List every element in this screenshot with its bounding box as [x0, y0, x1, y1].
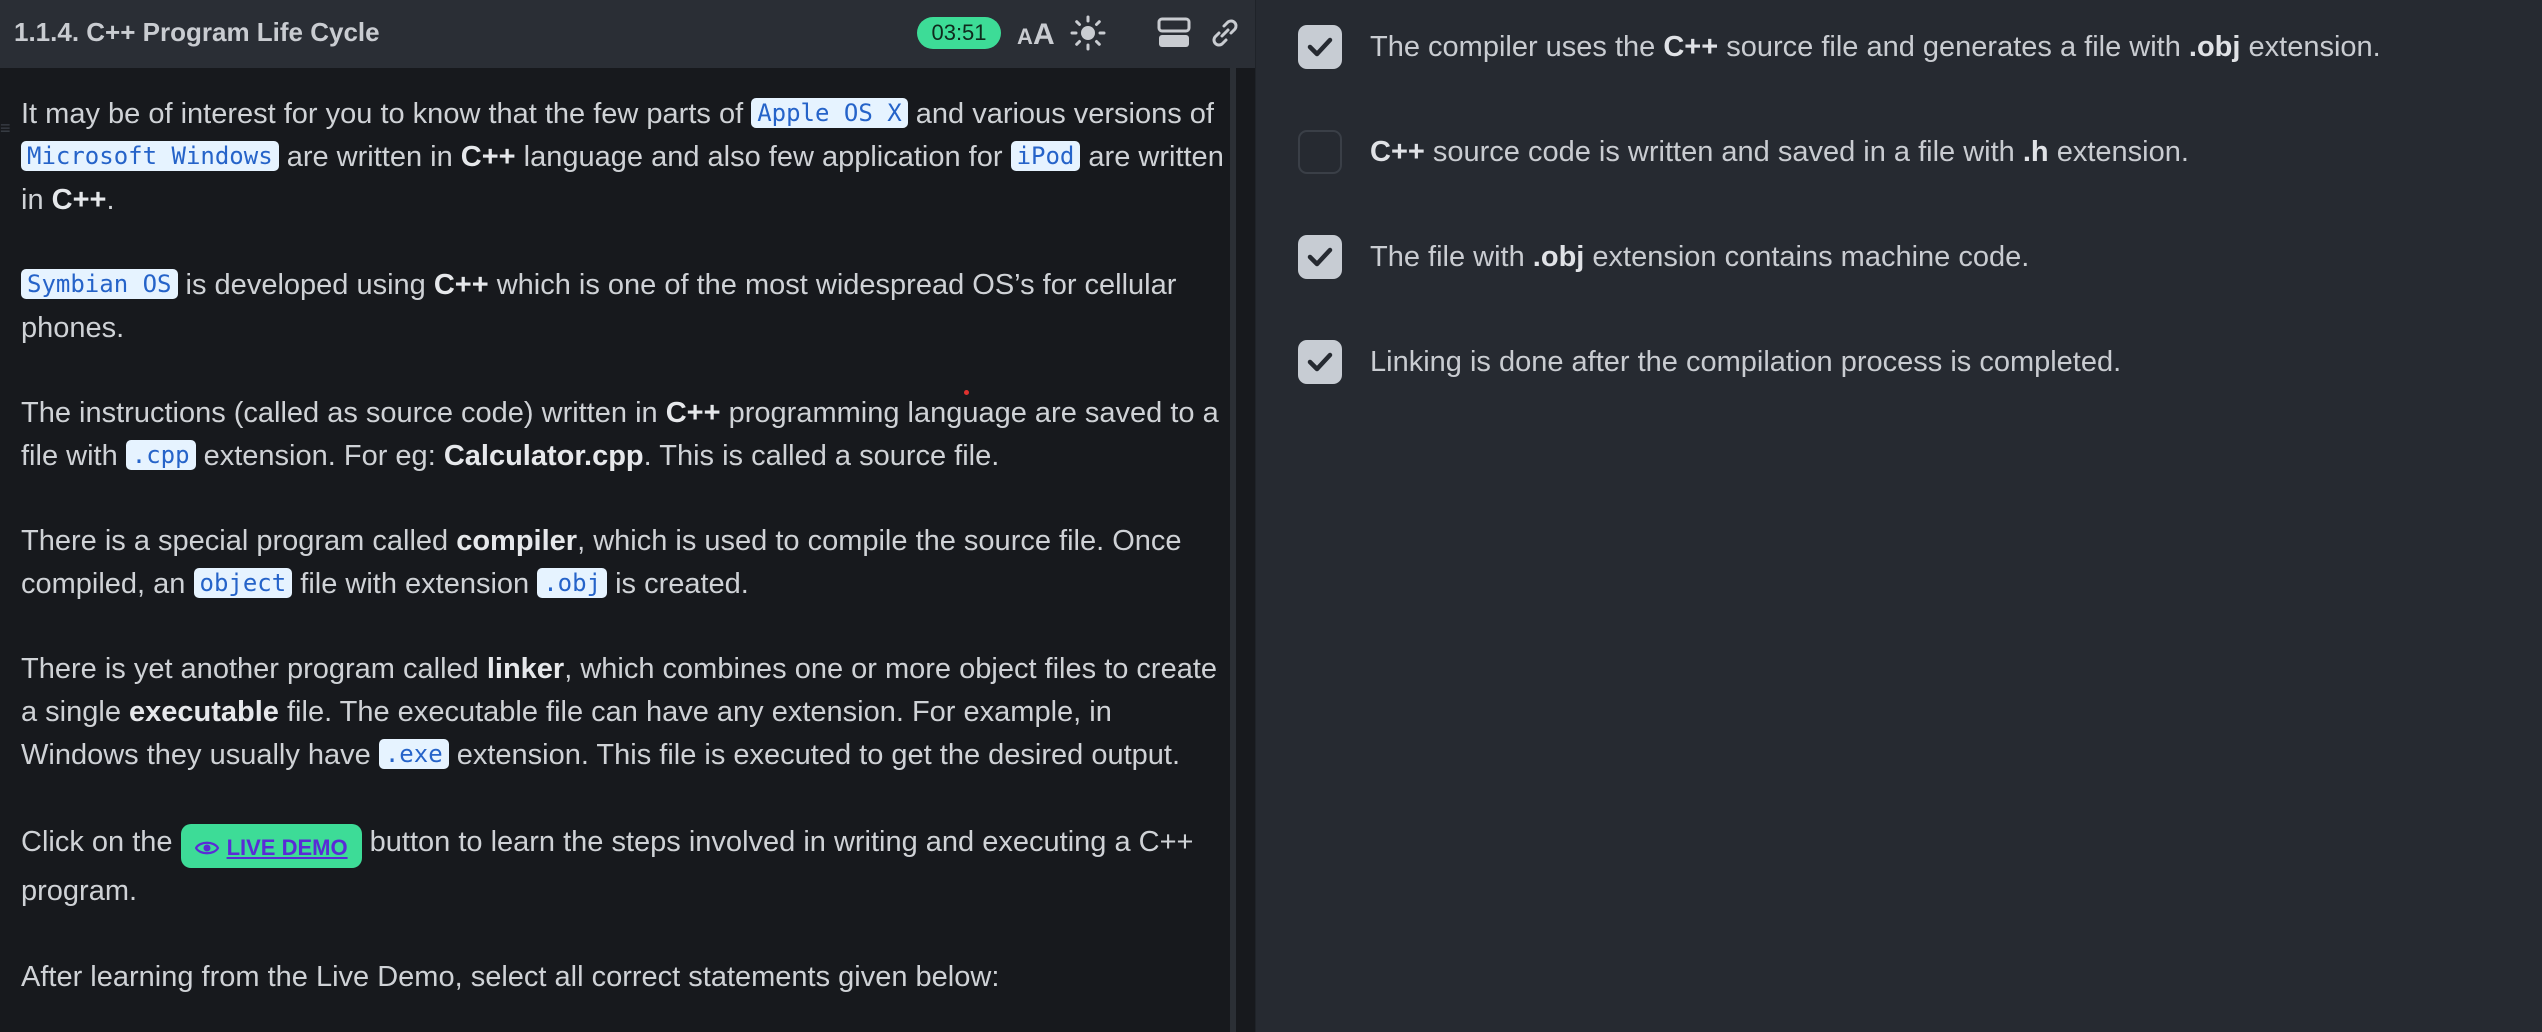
- text: is created.: [607, 568, 749, 600]
- option-2[interactable]: C++ source code is written and saved in …: [1296, 130, 2526, 180]
- gutter-marker: ≡: [0, 118, 11, 138]
- bold-text: C++: [433, 269, 489, 301]
- svg-text:A: A: [1017, 24, 1033, 49]
- timer-badge: 03:51: [917, 17, 1001, 49]
- code-exe: .exe: [378, 739, 449, 769]
- text: extension.: [2048, 136, 2189, 168]
- bold-text: C++: [1663, 31, 1719, 63]
- text: source file and generates a file with: [1718, 31, 2189, 63]
- bold-text: Calculator.cpp: [443, 440, 644, 472]
- text: It may be of interest for you to know th…: [21, 98, 752, 130]
- text: Linking is done after the compilation pr…: [1370, 346, 2122, 378]
- text: extension.: [2240, 31, 2381, 63]
- text: extension. This file is executed to get …: [448, 739, 1180, 771]
- option-text: Linking is done after the compilation pr…: [1370, 342, 2121, 382]
- lesson-panel: 1.1.4. C++ Program Life Cycle 03:51 A A: [0, 0, 1255, 1032]
- text: The file with: [1370, 241, 1533, 273]
- text: source code is written and saved in a fi…: [1424, 136, 2023, 168]
- checkmark-icon: [1307, 247, 1333, 267]
- text: There is a special program called: [21, 525, 457, 557]
- code-symbian-os: Symbian OS: [21, 269, 178, 299]
- checkbox-checked[interactable]: [1298, 340, 1342, 384]
- eye-icon: [194, 840, 219, 856]
- text: .: [106, 184, 115, 216]
- link-icon[interactable]: [1205, 13, 1245, 53]
- option-3[interactable]: The file with .obj extension contains ma…: [1296, 235, 2526, 285]
- text: After learning from the Live Demo, selec…: [21, 961, 1000, 993]
- text: and various versions of: [907, 98, 1214, 130]
- layout-icon[interactable]: [1154, 13, 1194, 53]
- paragraph-3: The instructions (called as source code)…: [21, 392, 1231, 478]
- paragraph-6: Click on the LIVE DEMO button to learn t…: [21, 819, 1231, 914]
- bold-text: .obj: [1532, 241, 1585, 273]
- bold-text: C++: [460, 141, 516, 173]
- lesson-content: It may be of interest for you to know th…: [21, 93, 1231, 1032]
- bold-text: compiler: [456, 525, 578, 557]
- bold-text: executable: [129, 696, 279, 728]
- live-demo-button[interactable]: LIVE DEMO: [180, 824, 362, 868]
- paragraph-2: Symbian OS is developed using C++ which …: [21, 264, 1231, 350]
- text: Click on the: [21, 826, 181, 858]
- checkmark-icon: [1307, 37, 1333, 57]
- text: language and also few application for: [515, 141, 1011, 173]
- bold-text: .h: [2022, 136, 2049, 168]
- bold-text: C++: [51, 184, 107, 216]
- option-4[interactable]: Linking is done after the compilation pr…: [1296, 340, 2526, 390]
- text: There is yet another program called: [21, 653, 487, 685]
- text: file with extension: [292, 568, 538, 600]
- paragraph-4: There is a special program called compil…: [21, 520, 1231, 606]
- checkbox-checked[interactable]: [1298, 25, 1342, 69]
- text: The instructions (called as source code)…: [21, 397, 666, 429]
- code-microsoft-windows: Microsoft Windows: [21, 141, 279, 171]
- text: is developed using: [177, 269, 434, 301]
- lesson-header: 1.1.4. C++ Program Life Cycle 03:51 A A: [0, 0, 1255, 68]
- live-demo-label: LIVE DEMO: [226, 835, 348, 860]
- checkbox-checked[interactable]: [1298, 235, 1342, 279]
- text: extension contains machine code.: [1584, 241, 2030, 273]
- paragraph-7: After learning from the Live Demo, selec…: [21, 956, 1231, 999]
- code-ipod: iPod: [1010, 141, 1081, 171]
- page-title: 1.1.4. C++ Program Life Cycle: [14, 17, 380, 47]
- paragraph-1: It may be of interest for you to know th…: [21, 93, 1231, 222]
- app-root: 1.1.4. C++ Program Life Cycle 03:51 A A: [0, 0, 2542, 1032]
- theme-sun-icon[interactable]: [1068, 13, 1108, 53]
- checkbox-unchecked[interactable]: [1298, 130, 1342, 174]
- option-text: The file with .obj extension contains ma…: [1370, 237, 2029, 277]
- svg-text:A: A: [1033, 18, 1055, 51]
- text: are written in: [278, 141, 461, 173]
- font-size-icon[interactable]: A A: [1015, 13, 1055, 53]
- option-text: The compiler uses the C++ source file an…: [1370, 27, 2381, 67]
- code-object: object: [193, 568, 293, 598]
- text: extension. For eg:: [195, 440, 444, 472]
- checkmark-icon: [1307, 352, 1333, 372]
- code-apple-os-x: Apple OS X: [751, 98, 908, 128]
- bold-text: linker: [486, 653, 565, 685]
- paragraph-5: There is yet another program called link…: [21, 648, 1231, 777]
- bold-text: C++: [1370, 136, 1425, 168]
- code-cpp: .cpp: [125, 440, 196, 470]
- option-1[interactable]: The compiler uses the C++ source file an…: [1296, 25, 2526, 75]
- option-text: C++ source code is written and saved in …: [1370, 132, 2189, 172]
- bold-text: C++: [665, 397, 721, 429]
- bold-text: .obj: [2188, 31, 2241, 63]
- text: The compiler uses the: [1370, 31, 1664, 63]
- question-panel: The compiler uses the C++ source file an…: [1256, 0, 2542, 1032]
- code-obj: .obj: [537, 568, 608, 598]
- text: . This is called a source file.: [643, 440, 1000, 472]
